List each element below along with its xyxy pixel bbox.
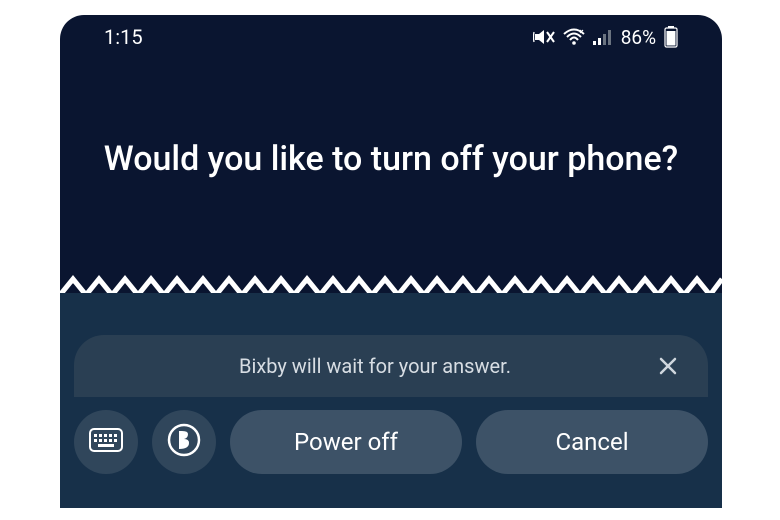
action-row: Power off Cancel	[74, 407, 708, 477]
keyboard-button[interactable]	[74, 410, 138, 474]
bixby-toast: Bixby will wait for your answer.	[74, 335, 708, 397]
battery-percent: 86%	[621, 26, 656, 49]
toast-message: Bixby will wait for your answer.	[98, 354, 652, 378]
signal-icon	[593, 29, 613, 45]
prompt-area: Would you like to turn off your phone?	[60, 59, 722, 181]
cancel-button[interactable]: Cancel	[476, 410, 708, 474]
bixby-icon	[166, 422, 202, 462]
prompt-text: Would you like to turn off your phone?	[90, 137, 692, 181]
keyboard-icon	[89, 428, 123, 456]
cancel-label: Cancel	[555, 428, 628, 456]
mute-vibrate-icon	[533, 27, 555, 47]
bixby-button[interactable]	[152, 410, 216, 474]
lower-panel: Bixby will wait for your answer.	[60, 293, 722, 508]
status-bar: 1:15	[60, 15, 722, 59]
close-button[interactable]	[652, 350, 684, 382]
power-off-label: Power off	[294, 428, 398, 456]
wifi-icon	[563, 28, 585, 46]
power-off-button[interactable]: Power off	[230, 410, 462, 474]
battery-icon	[664, 26, 678, 48]
device-frame: 1:15	[60, 15, 722, 508]
status-time: 1:15	[104, 25, 143, 49]
